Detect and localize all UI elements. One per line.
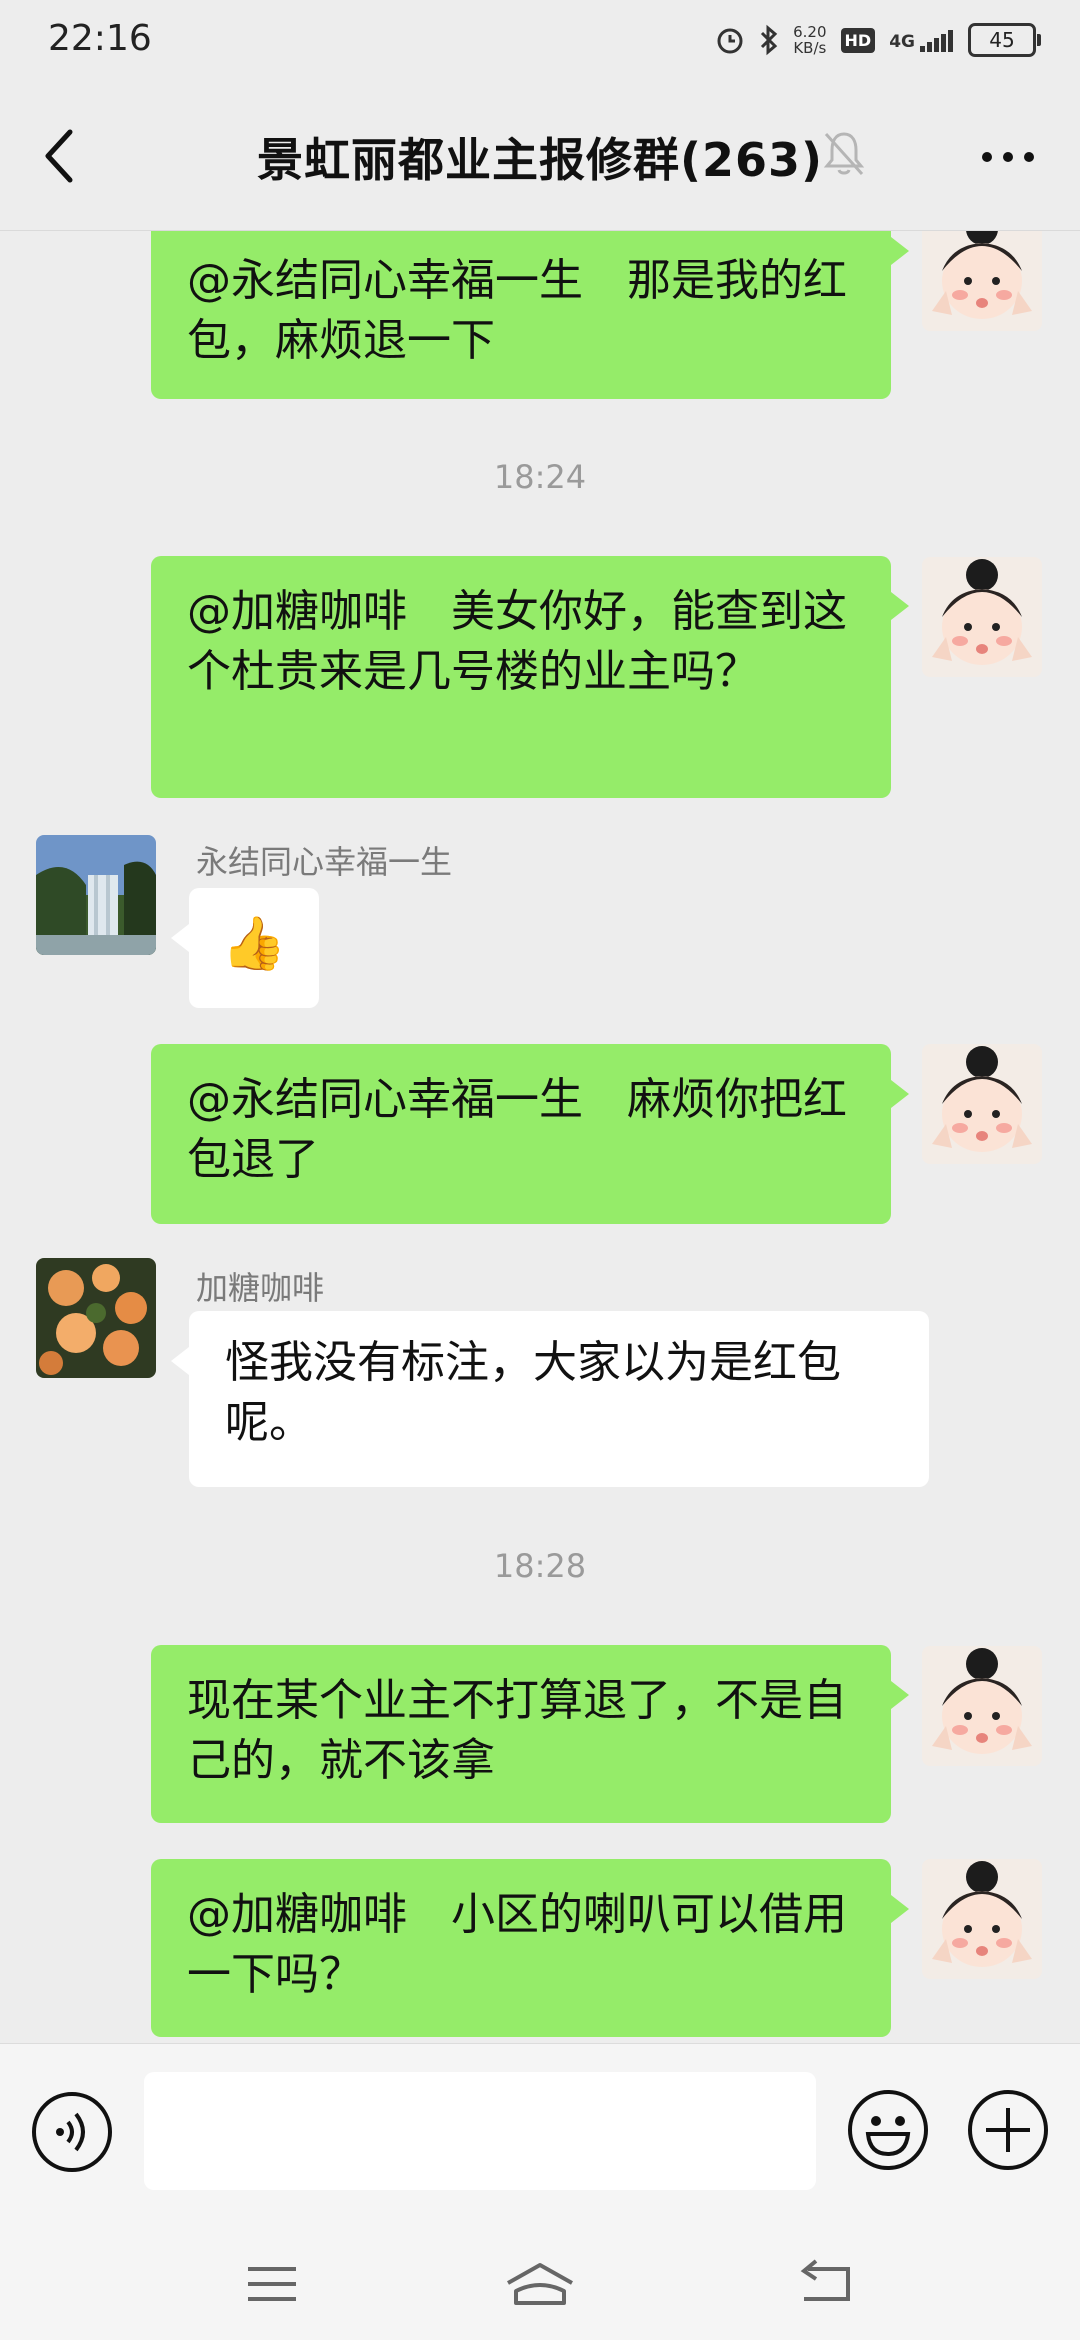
message-text: 现在某个业主不打算退了，不是自己的，就不该拿	[187, 1675, 847, 1786]
self-avatar[interactable]	[922, 557, 1042, 677]
bluetooth-icon	[761, 24, 778, 56]
status-time: 22:16	[48, 18, 152, 59]
self-avatar[interactable]	[922, 1859, 1042, 1979]
message-bubble-outgoing[interactable]: @加糖咖啡 美女你好，能查到这个杜贵来是几号楼的业主吗？	[151, 556, 909, 798]
message-text: @加糖咖啡 小区的喇叭可以借用一下吗？	[187, 1889, 847, 2000]
chat-header: 景虹丽都业主报修群(263)	[0, 80, 1080, 231]
status-icons: 6.20 KB/s HD 4G 45	[715, 20, 1041, 60]
menu-icon[interactable]	[244, 2259, 300, 2309]
chat-message-list[interactable]: @永结同心幸福一生 那是我的红包，麻烦退一下 18:24 @加糖咖啡 美女你好，…	[0, 231, 1080, 2041]
message-text: @永结同心幸福一生 麻烦你把红包退了	[187, 1074, 847, 1185]
signal-bars-icon	[920, 30, 953, 52]
message-text: @加糖咖啡 美女你好，能查到这个杜贵来是几号楼的业主吗？	[187, 586, 847, 697]
sender-avatar[interactable]	[36, 835, 156, 955]
net-speed: 6.20 KB/s	[793, 24, 826, 56]
more-options-icon[interactable]	[980, 150, 1036, 164]
self-avatar[interactable]	[922, 1646, 1042, 1766]
message-bubble-outgoing[interactable]: @永结同心幸福一生 麻烦你把红包退了	[151, 1044, 909, 1224]
message-timestamp: 18:28	[493, 1547, 587, 1585]
message-input[interactable]	[144, 2072, 816, 2190]
emoji-icon[interactable]	[846, 2088, 930, 2172]
message-bubble-outgoing[interactable]: @加糖咖啡 小区的喇叭可以借用一下吗？	[151, 1859, 909, 2037]
mute-notifications-icon	[823, 132, 865, 176]
message-timestamp: 18:24	[493, 458, 587, 496]
message-bubble-outgoing[interactable]: 现在某个业主不打算退了，不是自己的，就不该拿	[151, 1645, 909, 1823]
message-input-bar	[0, 2043, 1080, 2256]
message-bubble-incoming[interactable]: 怪我没有标注，大家以为是红包呢。	[171, 1311, 929, 1487]
sender-name: 永结同心幸福一生	[196, 843, 453, 881]
alarm-icon	[717, 28, 743, 54]
chat-title: 景虹丽都业主报修群(263)	[256, 133, 824, 187]
sender-avatar[interactable]	[36, 1258, 156, 1378]
net-speed-unit: KB/s	[793, 39, 827, 57]
home-icon[interactable]	[504, 2259, 576, 2309]
status-bar: 22:16 6.20 KB/s HD 4G 45	[0, 0, 1080, 80]
voice-input-icon[interactable]	[30, 2090, 114, 2174]
message-bubble-incoming[interactable]: 👍	[171, 888, 319, 1008]
hd-badge: HD	[840, 27, 876, 53]
battery-indicator: 45	[968, 23, 1041, 57]
sender-name: 加糖咖啡	[196, 1269, 325, 1307]
self-avatar[interactable]	[922, 231, 1042, 331]
message-bubble-outgoing[interactable]: @永结同心幸福一生 那是我的红包，麻烦退一下	[151, 231, 909, 399]
network-type: 4G	[889, 32, 915, 52]
net-speed-value: 6.20	[793, 23, 827, 41]
message-text: 怪我没有标注，大家以为是红包呢。	[225, 1337, 841, 1448]
back-icon[interactable]	[794, 2259, 854, 2309]
thumbs-up-emoji: 👍	[221, 914, 287, 974]
message-text: @永结同心幸福一生 那是我的红包，麻烦退一下	[187, 255, 847, 366]
self-avatar[interactable]	[922, 1044, 1042, 1164]
signal-indicator: 4G	[889, 28, 954, 52]
plus-icon[interactable]	[966, 2088, 1050, 2172]
system-navigation-bar	[0, 2255, 1080, 2340]
